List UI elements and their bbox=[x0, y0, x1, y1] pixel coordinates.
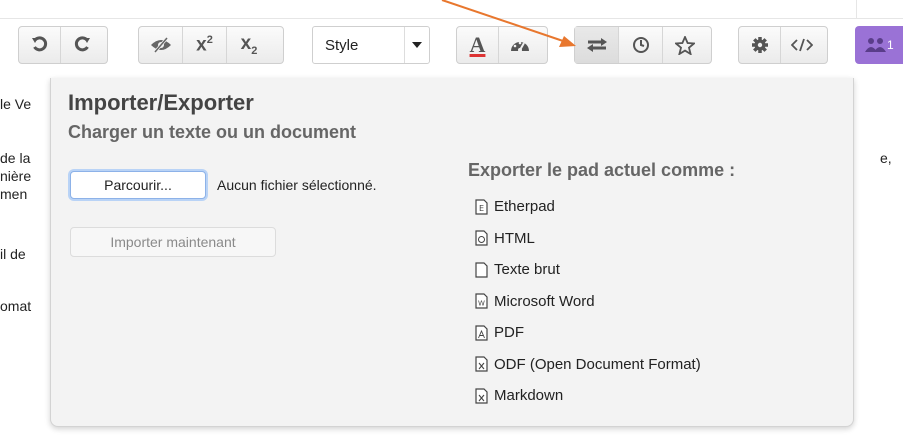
history-clock-icon bbox=[632, 37, 649, 53]
top-divider-tick bbox=[856, 0, 857, 18]
redo-icon bbox=[74, 36, 90, 52]
import-export-button[interactable] bbox=[575, 27, 619, 63]
pad-text-fragment: le Ve bbox=[0, 96, 32, 112]
import-export-panel: Importer/Exporter Charger un texte ou un… bbox=[50, 78, 854, 427]
star-icon bbox=[675, 35, 695, 55]
html-file-icon bbox=[475, 230, 488, 246]
text-color-button[interactable]: A bbox=[457, 27, 499, 63]
export-markdown-link[interactable]: Markdown bbox=[475, 380, 701, 412]
file-status: Aucun fichier sélectionné. bbox=[217, 177, 377, 193]
pad-text-fragment: de la bbox=[0, 150, 31, 166]
export-pdf-link[interactable]: PDF bbox=[475, 317, 701, 349]
history-group bbox=[18, 26, 108, 64]
embed-button[interactable] bbox=[781, 27, 823, 63]
export-option-label: Etherpad bbox=[494, 198, 555, 216]
export-option-label: Microsoft Word bbox=[494, 292, 595, 310]
export-etherpad-link[interactable]: E Etherpad bbox=[475, 191, 701, 223]
export-odf-link[interactable]: ODF (Open Document Format) bbox=[475, 349, 701, 381]
pad-text-fragment: e, bbox=[880, 150, 892, 166]
superscript-icon: x2 bbox=[196, 33, 213, 56]
gear-icon bbox=[751, 37, 768, 53]
pad-text-fragment: men bbox=[0, 186, 28, 202]
export-html-link[interactable]: HTML bbox=[475, 223, 701, 255]
embed-code-icon bbox=[791, 38, 813, 52]
svg-text:W: W bbox=[478, 300, 485, 308]
export-options-list: E Etherpad HTML Texte brut W Microsoft W… bbox=[475, 191, 701, 412]
style-select[interactable]: Style bbox=[312, 26, 430, 64]
hide-colors-button[interactable] bbox=[139, 27, 183, 63]
top-divider bbox=[0, 18, 903, 19]
import-export-icon bbox=[586, 38, 607, 52]
style-select-value: Style bbox=[325, 36, 359, 54]
redo-button[interactable] bbox=[61, 27, 103, 63]
text-color-icon: A bbox=[469, 32, 486, 57]
eye-slash-icon bbox=[150, 37, 171, 53]
subscript-button[interactable]: x2 bbox=[227, 27, 271, 63]
etherpad-file-icon: E bbox=[475, 199, 488, 215]
import-subtitle: Charger un texte ou un document bbox=[68, 122, 357, 142]
chevron-down-icon bbox=[404, 27, 429, 63]
export-option-label: PDF bbox=[494, 324, 524, 342]
export-option-label: ODF (Open Document Format) bbox=[494, 355, 701, 373]
export-option-label: Texte brut bbox=[494, 261, 560, 279]
users-button[interactable]: 1 bbox=[855, 26, 903, 64]
export-option-label: HTML bbox=[494, 229, 535, 247]
timeslider-button[interactable] bbox=[619, 27, 663, 63]
superscript-button[interactable]: x2 bbox=[183, 27, 227, 63]
pad-text-fragment: omat bbox=[0, 298, 32, 314]
svg-text:E: E bbox=[479, 204, 484, 213]
markdown-file-icon bbox=[475, 388, 488, 404]
editor-toolbar: x2 x2 Style A 1 bbox=[0, 26, 903, 66]
panel-title: Importer/Exporter bbox=[68, 90, 254, 115]
plain-text-file-icon bbox=[475, 262, 488, 278]
export-title: Exporter le pad actuel comme : bbox=[468, 160, 736, 180]
pdf-file-icon bbox=[475, 325, 488, 341]
screen: x2 x2 Style A 1 le Ve de la nière men il… bbox=[0, 0, 903, 438]
browse-file-button[interactable]: Parcourir... bbox=[70, 171, 206, 199]
export-word-link[interactable]: W Microsoft Word bbox=[475, 286, 701, 318]
color-group: A bbox=[456, 26, 548, 64]
dashboard-button[interactable] bbox=[499, 27, 541, 63]
settings-button[interactable] bbox=[739, 27, 781, 63]
saved-revision-button[interactable] bbox=[663, 27, 707, 63]
word-file-icon: W bbox=[475, 293, 488, 309]
undo-icon bbox=[31, 36, 47, 52]
settings-group bbox=[738, 26, 828, 64]
dashboard-icon bbox=[511, 41, 529, 52]
users-count: 1 bbox=[887, 38, 894, 52]
format-group: x2 x2 bbox=[138, 26, 284, 64]
pad-text-fragment: nière bbox=[0, 168, 32, 184]
odf-file-icon bbox=[475, 356, 488, 372]
subscript-icon: x2 bbox=[240, 33, 258, 57]
undo-button[interactable] bbox=[19, 27, 61, 63]
pad-actions-group bbox=[574, 26, 712, 64]
users-icon bbox=[865, 38, 886, 52]
export-option-label: Markdown bbox=[494, 387, 564, 405]
export-plain-text-link[interactable]: Texte brut bbox=[475, 254, 701, 286]
import-now-button[interactable]: Importer maintenant bbox=[70, 227, 276, 257]
pad-text-fragment: il de bbox=[0, 246, 26, 262]
